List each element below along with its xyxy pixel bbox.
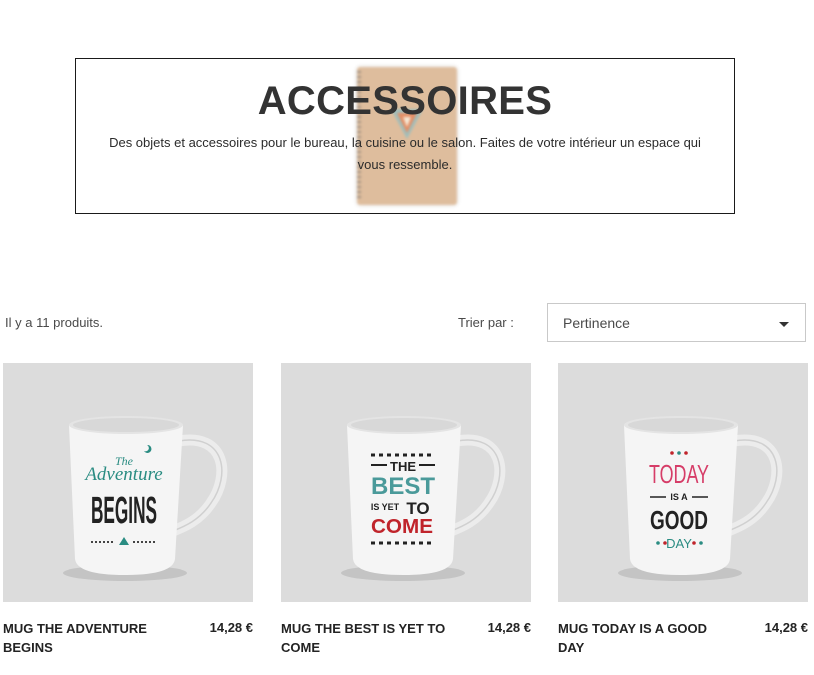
mug-image: THE BEST IS YET TO COME [341, 416, 506, 581]
mug-text-line: BEST [371, 473, 435, 500]
sort-label: Trier par : [458, 315, 514, 330]
product-name-link[interactable]: Mug The adventure begins [3, 619, 168, 657]
product-price: 14,28 € [209, 620, 253, 635]
product-name-link[interactable]: Mug The best is yet to come [281, 619, 446, 657]
mug-text-line: COME [371, 516, 433, 538]
product-card: The Adventure BEGINS Mug The adventure b… [3, 363, 253, 655]
sort-selected-value: Pertinence [563, 315, 630, 331]
product-card: THE BEST IS YET TO COME Mug The best is … [281, 363, 531, 655]
mug-text-line: IS A [670, 492, 688, 502]
product-card: TODAY IS A GOOD DAY Mug Today is a good … [558, 363, 808, 655]
product-price: 14,28 € [764, 620, 808, 635]
product-image[interactable]: The Adventure BEGINS [3, 363, 253, 602]
mug-text-line: Adventure [83, 464, 162, 485]
category-header: ACCESSOIRES Des objets et accessoires po… [75, 58, 735, 214]
mug-text-line: IS YET [371, 502, 400, 512]
mug-text-line: TODAY [649, 459, 709, 489]
mug-text-line: DAY [666, 536, 692, 551]
product-image[interactable]: TODAY IS A GOOD DAY [558, 363, 808, 602]
product-count: Il y a 11 produits. [5, 315, 104, 330]
product-price: 14,28 € [487, 620, 531, 635]
category-title: ACCESSOIRES [257, 79, 553, 123]
mug-text-line: THE [390, 459, 416, 474]
mug-image: The Adventure BEGINS [63, 416, 228, 581]
mug-image: TODAY IS A GOOD DAY [618, 416, 783, 581]
category-description: Des objets et accessoires pour le bureau… [109, 135, 701, 172]
sort-dropdown[interactable]: Pertinence [547, 303, 806, 342]
caret-down-icon [779, 322, 789, 327]
product-name-link[interactable]: Mug Today is a good day [558, 619, 723, 657]
product-image[interactable]: THE BEST IS YET TO COME [281, 363, 531, 602]
mug-text-line: BEGINS [91, 490, 157, 532]
mug-text-line: GOOD [650, 505, 708, 535]
